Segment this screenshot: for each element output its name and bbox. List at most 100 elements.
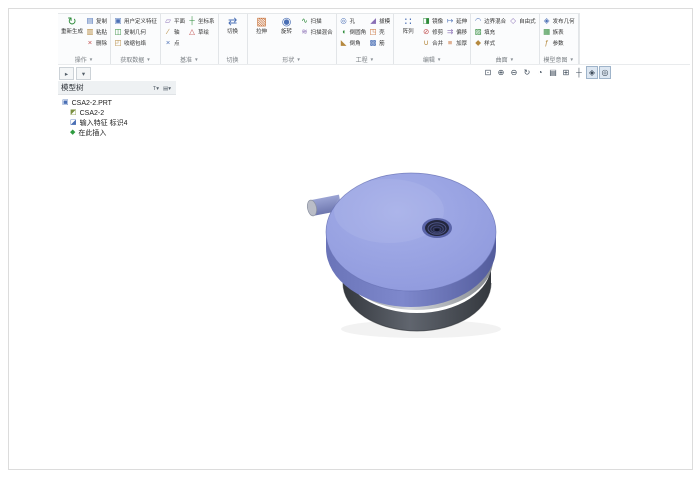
ribbon-button-thicken[interactable]: ≡加厚 [446, 37, 467, 48]
tree-item-label: CSA2-2 [80, 110, 105, 117]
toggle-icon: ⇄ [228, 16, 237, 29]
model-center-hole[interactable] [422, 218, 452, 238]
ribbon-button-chamfer[interactable]: ◣倒角 [340, 37, 367, 48]
ribbon-button-plane[interactable]: ▱平面 [164, 15, 185, 26]
ribbon-button-revolve[interactable]: ◉旋转 [276, 15, 298, 36]
ribbon-button-pattern[interactable]: ∷阵列 [397, 15, 419, 36]
datum-display-button[interactable]: ┼ [573, 66, 585, 79]
ribbon-button-toggle[interactable]: ⇄切换 [222, 15, 244, 36]
ribbon-button-copy-geometry[interactable]: ◫复制几何 [114, 26, 157, 37]
select-filter-button[interactable]: ▾ [76, 67, 91, 80]
ribbon-button-offset[interactable]: ⇉偏移 [446, 26, 467, 37]
display-style-button[interactable]: ◔ [534, 66, 546, 79]
tree-item-part-root[interactable]: ▣CSA2-2.PRT [58, 98, 176, 108]
ribbon-group-label[interactable]: 模型意图▼ [543, 54, 575, 64]
ribbon-button-publish-geometry[interactable]: ◈发布几何 [543, 15, 575, 26]
mirror-icon: ◨ [422, 17, 430, 25]
freestyle-icon: ◇ [509, 17, 517, 25]
ribbon-button-shell[interactable]: ◳壳 [369, 26, 390, 37]
group-dropdown-icon: ▼ [89, 57, 93, 62]
quick-select-toolbar: ▸▾ [59, 67, 91, 80]
ribbon-button-label: 加厚 [456, 39, 467, 47]
ribbon-button-label: 自由式 [519, 17, 536, 25]
ribbon-button-freestyle[interactable]: ◇自由式 [509, 15, 536, 26]
repaint-button[interactable]: ↻ [521, 66, 533, 79]
ribbon-button-round[interactable]: ◖倒圆角 [340, 26, 367, 37]
ribbon-button-extend[interactable]: ↦延伸 [446, 15, 467, 26]
ribbon-group-8: ◈发布几何▦族表ƒ参数模型意图▼ [540, 14, 579, 64]
ribbon-button-user-defined-feature[interactable]: ▣用户定义特征 [114, 15, 157, 26]
graphics-area[interactable] [176, 81, 691, 456]
chamfer-icon: ◣ [340, 39, 348, 47]
ribbon-button-style[interactable]: ◆样式 [474, 37, 506, 48]
ribbon-button-label: 边界混合 [484, 17, 506, 25]
ribbon-button-regenerate[interactable]: ↻重新生成 [61, 15, 83, 36]
ribbon-button-label: 修剪 [432, 28, 443, 36]
ribbon-button-fill[interactable]: ▨填充 [474, 26, 506, 37]
ribbon-button-hole[interactable]: ◎孔 [340, 15, 367, 26]
ribbon-button-delete[interactable]: ×删除 [86, 37, 107, 48]
tree-item-label: 在此插入 [78, 128, 106, 138]
ribbon-button-label: 旋转 [281, 29, 292, 36]
ribbon-button-mirror[interactable]: ◨镜像 [422, 15, 443, 26]
ribbon-group-label[interactable]: 编辑▼ [397, 54, 467, 64]
ribbon-button-axis[interactable]: ∕轴 [164, 26, 185, 37]
hole-icon: ◎ [340, 17, 348, 25]
ribbon-button-label: 阵列 [403, 29, 414, 36]
ribbon-group-label[interactable]: 操作▼ [61, 54, 107, 64]
ribbon-button-swept-blend[interactable]: ≋扫描混合 [301, 26, 333, 37]
ribbon-button-coordinate-system[interactable]: ┼坐标系 [188, 15, 215, 26]
fill-icon: ▨ [474, 28, 482, 36]
ribbon-button-label: 草绘 [198, 28, 209, 36]
part-root-icon: ▣ [62, 99, 69, 107]
saved-orientations-button[interactable]: ▤ [547, 66, 559, 79]
ribbon-group-label[interactable]: 曲面▼ [474, 54, 536, 64]
ribbon-button-merge[interactable]: ∪合并 [422, 37, 443, 48]
ribbon-button-label: 倒圆角 [350, 28, 367, 36]
ribbon-button-label: 拉伸 [256, 29, 267, 36]
app-window: ↻重新生成▤复制▥粘贴×删除操作▼▣用户定义特征◫复制几何◰收缩包络获取数据▼▱… [8, 8, 693, 470]
ribbon-group-label[interactable]: 工程▼ [340, 54, 391, 64]
ribbon-group-label[interactable]: 形状▼ [251, 54, 333, 64]
ribbon-group-label[interactable]: 获取数据▼ [114, 54, 157, 64]
navigator-toggle-button[interactable]: ▸ [59, 67, 74, 80]
ribbon-button-point[interactable]: ×点 [164, 37, 185, 48]
refit-button[interactable]: ⊡ [482, 66, 494, 79]
ribbon-button-sweep[interactable]: ∿扫描 [301, 15, 333, 26]
ribbon-button-label: 粘贴 [96, 28, 107, 36]
round-icon: ◖ [340, 28, 348, 36]
ribbon-button-label: 样式 [484, 39, 495, 47]
ribbon-button-extrude[interactable]: ▧拉伸 [251, 15, 273, 36]
zoom-in-button[interactable]: ⊕ [495, 66, 507, 79]
ribbon-button-label: 用户定义特征 [124, 17, 157, 25]
zoom-out-button[interactable]: ⊖ [508, 66, 520, 79]
merge-icon: ∪ [422, 39, 430, 47]
ribbon-button-draft[interactable]: ◢拔模 [369, 15, 390, 26]
ribbon-group-label[interactable]: 切换 [222, 54, 244, 64]
tree-item-import-feature[interactable]: ◪输入特征 标识4 [58, 118, 176, 128]
sweep-icon: ∿ [301, 17, 309, 25]
tree-item-label: CSA2-2.PRT [72, 100, 112, 107]
tree-item-insert-here[interactable]: ◆在此插入 [58, 128, 176, 138]
ribbon-button-shrinkwrap[interactable]: ◰收缩包络 [114, 37, 157, 48]
ribbon-button-rib[interactable]: ▩筋 [369, 37, 390, 48]
sketch-icon: △ [188, 28, 196, 36]
tree-item-part-body[interactable]: ◩CSA2-2 [58, 108, 176, 118]
ribbon-button-label: 壳 [379, 28, 385, 36]
graphics-canvas[interactable] [249, 141, 569, 401]
ribbon-button-paste[interactable]: ▥粘贴 [86, 26, 107, 37]
spin-center-button[interactable]: ◎ [599, 66, 611, 79]
ribbon-button-family-table[interactable]: ▦族表 [543, 26, 575, 37]
ribbon-button-copy[interactable]: ▤复制 [86, 15, 107, 26]
ribbon-button-label: 重新生成 [61, 29, 83, 36]
tree-settings-button[interactable]: ▤▾ [161, 86, 173, 92]
ribbon-button-sketch[interactable]: △草绘 [188, 26, 215, 37]
ribbon-button-parameters[interactable]: ƒ参数 [543, 37, 575, 48]
ribbon-button-boundary-blend[interactable]: ◠边界混合 [474, 15, 506, 26]
view-manager-button[interactable]: ⊞ [560, 66, 572, 79]
ribbon-group-label[interactable]: 基准▼ [164, 54, 215, 64]
ribbon-button-trim[interactable]: ⊘修剪 [422, 26, 443, 37]
tree-columns-button[interactable]: T▾ [151, 86, 161, 92]
annotation-display-button[interactable]: ◈ [586, 66, 598, 79]
ribbon-group-6: ∷阵列◨镜像⊘修剪∪合并↦延伸⇉偏移≡加厚编辑▼ [394, 14, 471, 64]
